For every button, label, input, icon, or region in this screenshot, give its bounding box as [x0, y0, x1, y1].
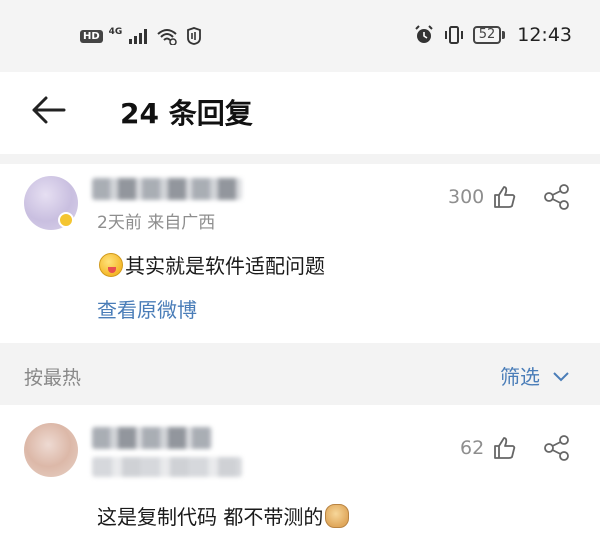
battery-level: 52 — [472, 26, 502, 44]
like-icon[interactable] — [492, 184, 518, 210]
wifi-icon — [157, 29, 178, 45]
sort-label[interactable]: 按最热 — [24, 363, 81, 390]
status-bar: HD 4G 52 12:43 — [0, 0, 600, 72]
network-type: 4G — [108, 26, 123, 37]
alarm-icon — [414, 25, 433, 43]
battery-cap — [502, 31, 506, 39]
filter-label: 筛选 — [500, 365, 540, 389]
share-icon[interactable] — [543, 434, 571, 462]
title-bar: 24 条回复 — [0, 72, 600, 154]
main-comment: 2天前 来自广西 300 其实就是软件适配问题 查看原微博 — [0, 164, 600, 343]
like-icon[interactable] — [492, 435, 518, 461]
comment-meta: 2天前 来自广西 — [97, 213, 216, 233]
nfc-icon — [187, 27, 202, 45]
verified-badge-icon — [58, 212, 74, 228]
back-arrow-icon[interactable] — [26, 88, 70, 132]
like-count: 62 — [460, 437, 485, 459]
hd-badge: HD — [80, 29, 103, 43]
status-right: 52 12:43 — [413, 24, 572, 46]
signal-icon — [129, 29, 148, 44]
chevron-down-icon — [553, 371, 569, 381]
filter-button[interactable]: 筛选 — [500, 361, 570, 390]
username-blurred[interactable] — [92, 178, 242, 200]
section-divider — [0, 154, 600, 164]
yum-emoji-icon — [99, 252, 123, 277]
comment-text: 其实就是软件适配问题 — [125, 254, 325, 278]
clock: 12:43 — [517, 24, 572, 46]
vibrate-icon — [444, 26, 463, 44]
status-left: HD 4G — [80, 26, 204, 46]
like-count: 300 — [448, 186, 485, 208]
comment-text-row: 其实就是软件适配问题 — [97, 250, 325, 279]
share-icon[interactable] — [543, 183, 571, 211]
view-original-link[interactable]: 查看原微博 — [97, 294, 197, 323]
reply-item: 62 这是复制代码 都不带测的 — [0, 405, 600, 553]
battery-icon: 52 — [472, 26, 506, 44]
avatar[interactable] — [24, 423, 78, 477]
reply-text-row: 这是复制代码 都不带测的 — [97, 501, 351, 530]
page-title: 24 条回复 — [120, 97, 253, 130]
reply-text: 这是复制代码 都不带测的 — [97, 505, 324, 529]
doge-emoji-icon — [325, 503, 350, 528]
username-blurred[interactable] — [92, 427, 212, 449]
reply-meta-blurred — [92, 457, 242, 477]
sort-bar: 按最热 筛选 — [0, 343, 600, 405]
